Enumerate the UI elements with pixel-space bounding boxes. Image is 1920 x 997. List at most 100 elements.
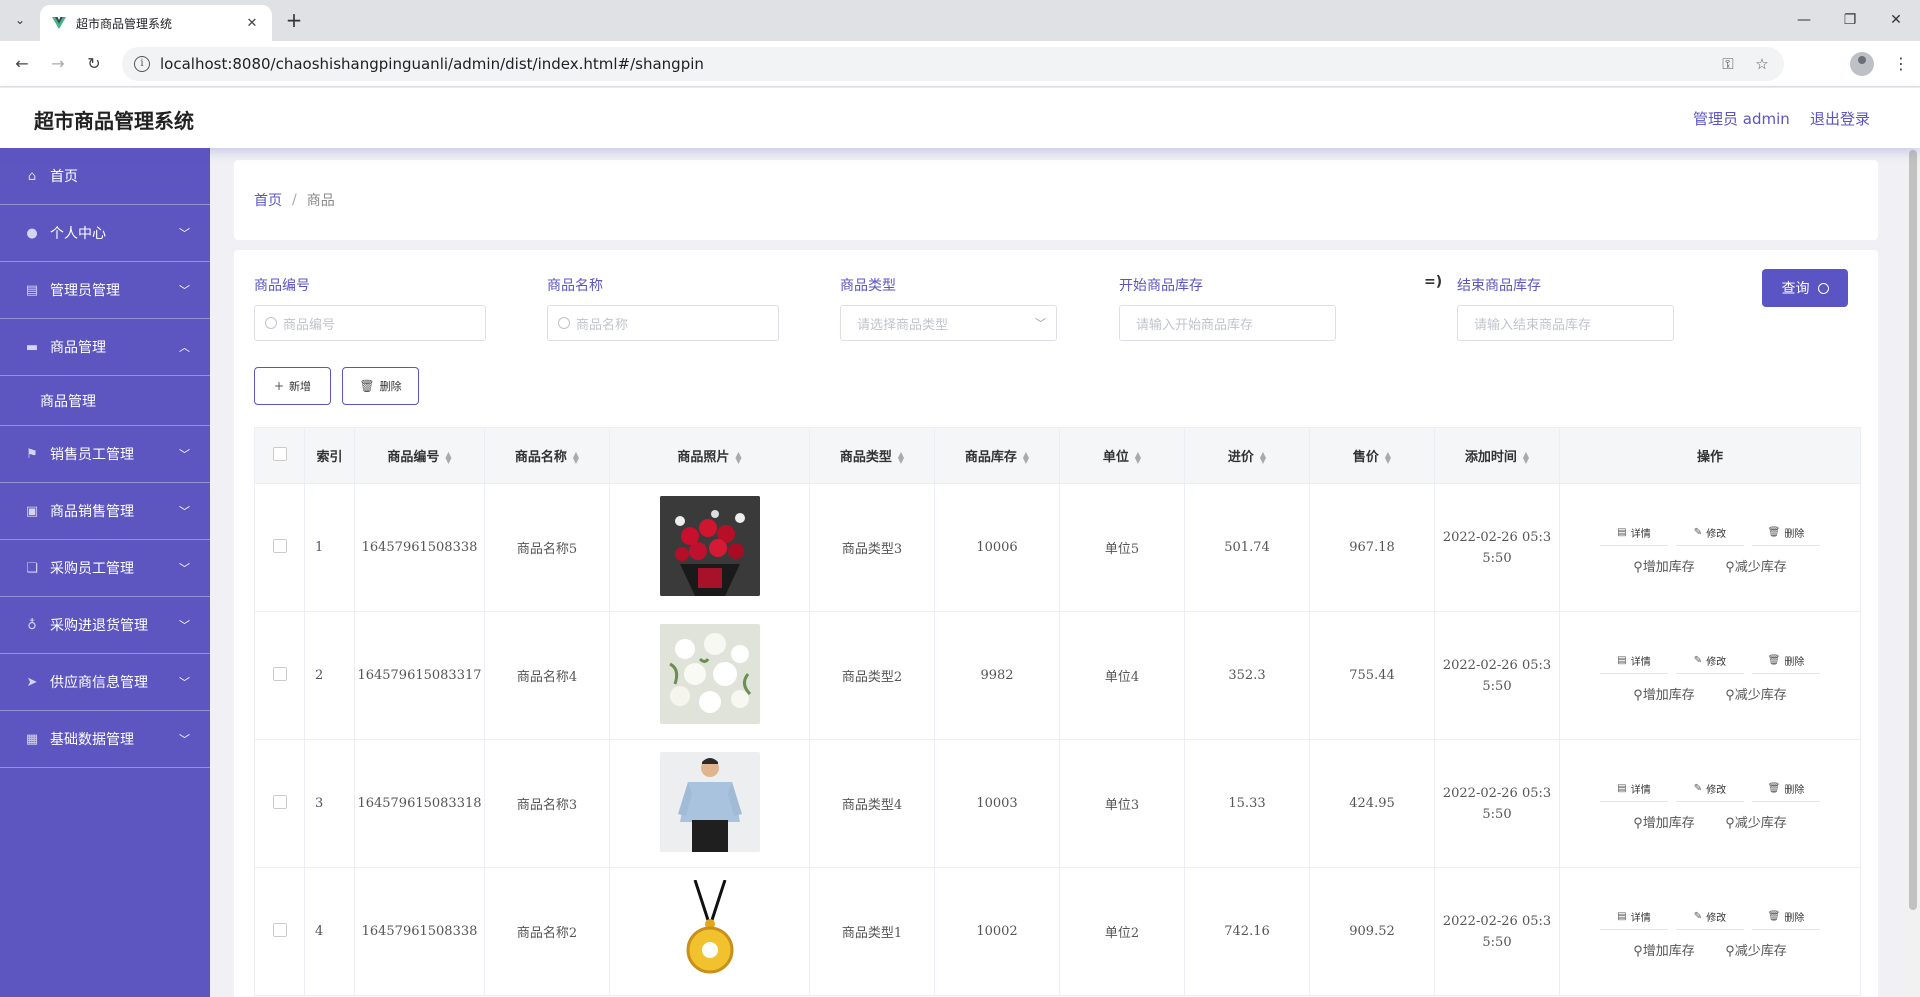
tab-search-button[interactable]: ⌄ <box>8 9 32 31</box>
row-checkbox-cell[interactable] <box>254 611 305 740</box>
sort-icon[interactable]: ▲ ▼ <box>573 450 579 464</box>
reduce-stock-button[interactable]: ⚲减少库存 <box>1714 684 1798 703</box>
sort-icon[interactable]: ▲ ▼ <box>735 450 741 464</box>
reduce-stock-button[interactable]: ⚲减少库存 <box>1714 812 1798 831</box>
reduce-stock-button[interactable]: ⚲减少库存 <box>1714 556 1798 575</box>
column-header[interactable]: 商品名称 ▲ ▼ <box>484 427 610 484</box>
sort-icon[interactable]: ▲ ▼ <box>1135 450 1141 464</box>
column-header[interactable]: 进价 ▲ ▼ <box>1184 427 1310 484</box>
edit-button[interactable]: ✎ 修改 <box>1676 648 1744 674</box>
sort-icon[interactable]: ▲ ▼ <box>1523 450 1529 464</box>
reduce-stock-button[interactable]: ⚲减少库存 <box>1714 940 1798 959</box>
sidebar-item-home[interactable]: ⌂ 首页 <box>0 148 210 205</box>
app-title: 超市商品管理系统 <box>34 109 194 133</box>
sort-icon[interactable]: ▲ ▼ <box>445 450 451 464</box>
edit-button[interactable]: ✎ 修改 <box>1676 776 1744 802</box>
type-cell: 商品类型2 <box>809 611 935 740</box>
back-arrow-icon[interactable]: ← <box>11 53 33 75</box>
password-key-icon[interactable]: ⚿ <box>1718 55 1738 73</box>
logout-link[interactable]: 退出登录 <box>1810 108 1870 129</box>
delete-button[interactable]: 🗑 删除 <box>1752 520 1820 546</box>
row-checkbox-cell[interactable] <box>254 739 305 868</box>
column-header[interactable]: 售价 ▲ ▼ <box>1309 427 1435 484</box>
url-bar[interactable]: i localhost:8080/chaoshishangpinguanli/a… <box>122 47 1784 81</box>
column-header[interactable]: 单位 ▲ ▼ <box>1059 427 1185 484</box>
product-photo[interactable] <box>659 751 760 852</box>
add-stock-button[interactable]: ⚲增加库存 <box>1622 684 1706 703</box>
bookmark-star-icon[interactable]: ☆ <box>1752 55 1772 73</box>
close-tab-icon[interactable]: ✕ <box>244 16 260 31</box>
reduce-stock-label: 减少库存 <box>1734 944 1787 959</box>
row-checkbox[interactable] <box>272 794 287 809</box>
profile-avatar-icon[interactable] <box>1850 52 1874 76</box>
sidebar-item-supplier-info[interactable]: ➤ 供应商信息管理 ﹀ <box>0 654 210 711</box>
column-header[interactable]: 商品照片 ▲ ▼ <box>609 427 810 484</box>
product-type-select[interactable]: 请选择商品类型 ﹀ <box>840 305 1057 341</box>
restore-icon[interactable]: ❐ <box>1828 6 1872 34</box>
add-stock-button[interactable]: ⚲增加库存 <box>1622 556 1706 575</box>
browser-menu-icon[interactable]: ⋮ <box>1893 53 1909 75</box>
breadcrumb-home-link[interactable]: 首页 <box>254 190 282 210</box>
chevron-down-icon: ﹀ <box>179 619 190 632</box>
add-button[interactable]: + 新增 <box>254 367 331 405</box>
detail-button[interactable]: ▤ 详情 <box>1600 776 1668 802</box>
sort-icon[interactable]: ▲ ▼ <box>1023 450 1029 464</box>
stock-end-label: 结束商品库存 <box>1457 278 1541 294</box>
stock-start-input[interactable]: 请输入开始商品库存 <box>1119 305 1336 341</box>
row-checkbox[interactable] <box>272 922 287 937</box>
edit-button[interactable]: ✎ 修改 <box>1676 520 1744 546</box>
new-tab-button[interactable]: + <box>282 9 306 33</box>
select-all-checkbox[interactable] <box>272 446 287 461</box>
sidebar-item-product-management[interactable]: ▬ 商品管理 ︿ <box>0 319 210 376</box>
batch-delete-button[interactable]: 🗑 删除 <box>342 367 419 405</box>
detail-button[interactable]: ▤ 详情 <box>1600 648 1668 674</box>
product-name-input[interactable]: 商品名称 <box>547 305 779 341</box>
edit-button[interactable]: ✎ 修改 <box>1676 904 1744 930</box>
column-header[interactable]: 商品类型 ▲ ▼ <box>809 427 935 484</box>
sidebar-item-label: 供应商信息管理 <box>50 675 148 691</box>
delete-button[interactable]: 🗑 删除 <box>1752 904 1820 930</box>
reload-icon[interactable]: ↻ <box>83 53 105 75</box>
sidebar-subitem-product-management[interactable]: 商品管理 <box>0 376 210 426</box>
delete-button[interactable]: 🗑 删除 <box>1752 648 1820 674</box>
browser-tab[interactable]: 超市商品管理系统 ✕ <box>40 5 272 41</box>
page-scrollbar[interactable] <box>1906 148 1920 997</box>
detail-button[interactable]: ▤ 详情 <box>1600 520 1668 546</box>
query-button[interactable]: 查询 <box>1762 269 1848 307</box>
pin-icon: ⚲ <box>1633 944 1643 959</box>
column-header[interactable]: 商品编号 ▲ ▼ <box>354 427 485 484</box>
window-close-icon[interactable]: ✕ <box>1874 6 1918 34</box>
column-header[interactable]: 添加时间 ▲ ▼ <box>1434 427 1560 484</box>
add-stock-button[interactable]: ⚲增加库存 <box>1622 812 1706 831</box>
select-all-checkbox-cell[interactable] <box>254 427 305 484</box>
product-photo[interactable] <box>659 879 760 980</box>
product-code-input[interactable]: 商品编号 <box>254 305 486 341</box>
sidebar-item-purchase-staff[interactable]: ❏ 采购员工管理 ﹀ <box>0 540 210 597</box>
forward-arrow-icon[interactable]: → <box>47 53 69 75</box>
minimize-icon[interactable]: — <box>1782 6 1826 34</box>
sidebar-item-personal-center[interactable]: ● 个人中心 ﹀ <box>0 205 210 262</box>
delete-button[interactable]: 🗑 删除 <box>1752 776 1820 802</box>
url-text[interactable]: localhost:8080/chaoshishangpinguanli/adm… <box>160 55 1704 73</box>
sort-icon[interactable]: ▲ ▼ <box>898 450 904 464</box>
photo-cell <box>609 611 810 740</box>
row-checkbox[interactable] <box>272 666 287 681</box>
sort-icon[interactable]: ▲ ▼ <box>1385 450 1391 464</box>
stock-end-input[interactable]: 请输入结束商品库存 <box>1457 305 1674 341</box>
sidebar-item-admin-management[interactable]: ▤ 管理员管理 ﹀ <box>0 262 210 319</box>
product-photo[interactable] <box>659 495 760 596</box>
row-checkbox-cell[interactable] <box>254 867 305 996</box>
row-checkbox[interactable] <box>272 538 287 553</box>
detail-button[interactable]: ▤ 详情 <box>1600 904 1668 930</box>
add-stock-button[interactable]: ⚲增加库存 <box>1622 940 1706 959</box>
product-photo[interactable] <box>659 623 760 724</box>
row-checkbox-cell[interactable] <box>254 483 305 612</box>
sidebar-item-sales-staff[interactable]: ⚑ 销售员工管理 ﹀ <box>0 426 210 483</box>
sort-icon[interactable]: ▲ ▼ <box>1260 450 1266 464</box>
sidebar-item-product-sales[interactable]: ▣ 商品销售管理 ﹀ <box>0 483 210 540</box>
column-header[interactable]: 商品库存 ▲ ▼ <box>934 427 1060 484</box>
site-info-icon[interactable]: i <box>134 56 150 72</box>
sidebar-item-purchase-returns[interactable]: ♁ 采购进退货管理 ﹀ <box>0 597 210 654</box>
sidebar-item-basic-data[interactable]: ▦ 基础数据管理 ﹀ <box>0 711 210 768</box>
scrollbar-thumb[interactable] <box>1909 150 1917 910</box>
